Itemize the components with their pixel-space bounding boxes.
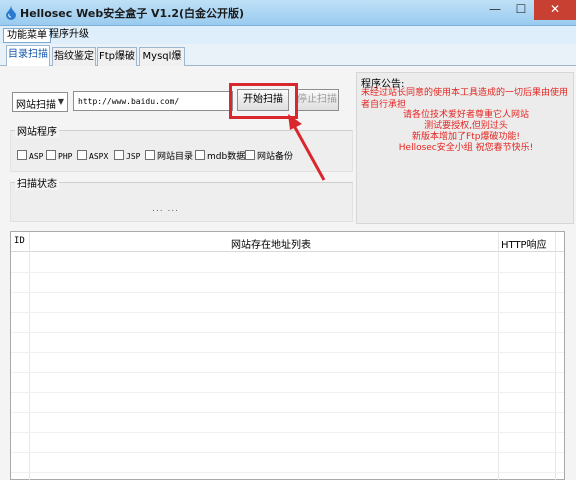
- checkbox-asp[interactable]: ASP: [17, 150, 43, 164]
- row-divider: [11, 332, 564, 333]
- checkbox-box[interactable]: [77, 150, 87, 160]
- checkbox-box[interactable]: [114, 150, 124, 160]
- row-divider: [11, 412, 564, 413]
- checkbox-box[interactable]: [145, 150, 155, 160]
- column-address-header[interactable]: 网站存在地址列表: [231, 236, 311, 251]
- chevron-down-icon: ▼: [57, 97, 64, 106]
- row-divider: [11, 352, 564, 353]
- row-divider: [11, 472, 564, 473]
- notice-panel: 程序公告: 未经过站长同意的使用本工具造成的一切后果由使用者自行承担 请各位技术…: [356, 72, 574, 224]
- checkbox-php[interactable]: PHP: [46, 150, 72, 164]
- list-header: ID 网站存在地址列表 HTTP响应: [11, 232, 564, 252]
- scan-status-text: ... ...: [152, 204, 180, 214]
- app-logo-icon: [6, 5, 16, 20]
- row-divider: [11, 392, 564, 393]
- scan-status-title: 扫描状态: [15, 175, 59, 190]
- checkbox-aspx[interactable]: ASPX: [77, 150, 108, 164]
- tab-mysql-brute[interactable]: Mysql爆破: [139, 47, 185, 79]
- row-divider: [11, 452, 564, 453]
- site-program-title: 网站程序: [15, 123, 59, 138]
- checkbox-box[interactable]: [46, 150, 56, 160]
- close-button[interactable]: ✕: [534, 0, 576, 20]
- menu-functions[interactable]: 功能菜单: [3, 28, 51, 43]
- column-divider: [555, 232, 556, 480]
- row-divider: [11, 292, 564, 293]
- checkbox-label: JSP: [126, 152, 141, 161]
- column-id-header[interactable]: ID: [14, 236, 25, 246]
- tab-strip: 目录扫描 指纹鉴定 Ftp爆破 Mysql爆破: [0, 44, 576, 79]
- menu-upgrade[interactable]: 程序升级: [46, 28, 92, 43]
- column-http-header[interactable]: HTTP响应: [501, 236, 547, 251]
- menu-bar: 功能菜单 程序升级: [0, 26, 576, 44]
- checkbox-label: PHP: [58, 152, 73, 161]
- checkbox-label: ASPX: [89, 152, 109, 161]
- annotation-arrow-icon: [288, 114, 326, 181]
- tab-directory-scan[interactable]: 目录扫描: [6, 45, 50, 66]
- checkbox-label: ASP: [29, 152, 44, 161]
- column-divider: [29, 232, 30, 480]
- stop-scan-button[interactable]: 停止扫描: [295, 89, 339, 111]
- scan-mode-value: 网站扫描: [16, 100, 56, 111]
- notice-disclaimer: 未经过站长同意的使用本工具造成的一切后果由使用者自行承担: [361, 88, 569, 110]
- minimize-button[interactable]: —: [482, 0, 508, 20]
- row-divider: [11, 272, 564, 273]
- row-divider: [11, 372, 564, 373]
- url-input[interactable]: [73, 91, 233, 111]
- checkbox-box[interactable]: [195, 150, 205, 160]
- checkbox-box[interactable]: [17, 150, 27, 160]
- scan-mode-select[interactable]: 网站扫描 ▼: [12, 92, 68, 112]
- scan-status-group: 扫描状态: [10, 175, 353, 222]
- tab-fingerprint[interactable]: 指纹鉴定: [52, 47, 96, 66]
- notice-line: Hellosec安全小组 祝您春节快乐!: [398, 143, 534, 153]
- checkbox-jsp[interactable]: JSP: [114, 150, 140, 164]
- tab-ftp-brute[interactable]: Ftp爆破: [97, 47, 137, 66]
- window-title: Hellosec Web安全盒子 V1.2(白金公开版): [20, 7, 245, 20]
- checkbox-label: 网站目录: [157, 152, 194, 162]
- results-list[interactable]: ID 网站存在地址列表 HTTP响应: [10, 231, 565, 480]
- row-divider: [11, 432, 564, 433]
- checkbox-site-directory[interactable]: 网站目录: [145, 150, 193, 164]
- row-divider: [11, 312, 564, 313]
- checkbox-box[interactable]: [245, 150, 255, 160]
- maximize-button[interactable]: ☐: [508, 0, 534, 20]
- title-bar: Hellosec Web安全盒子 V1.2(白金公开版) — ☐ ✕: [0, 0, 576, 26]
- column-divider: [498, 232, 499, 480]
